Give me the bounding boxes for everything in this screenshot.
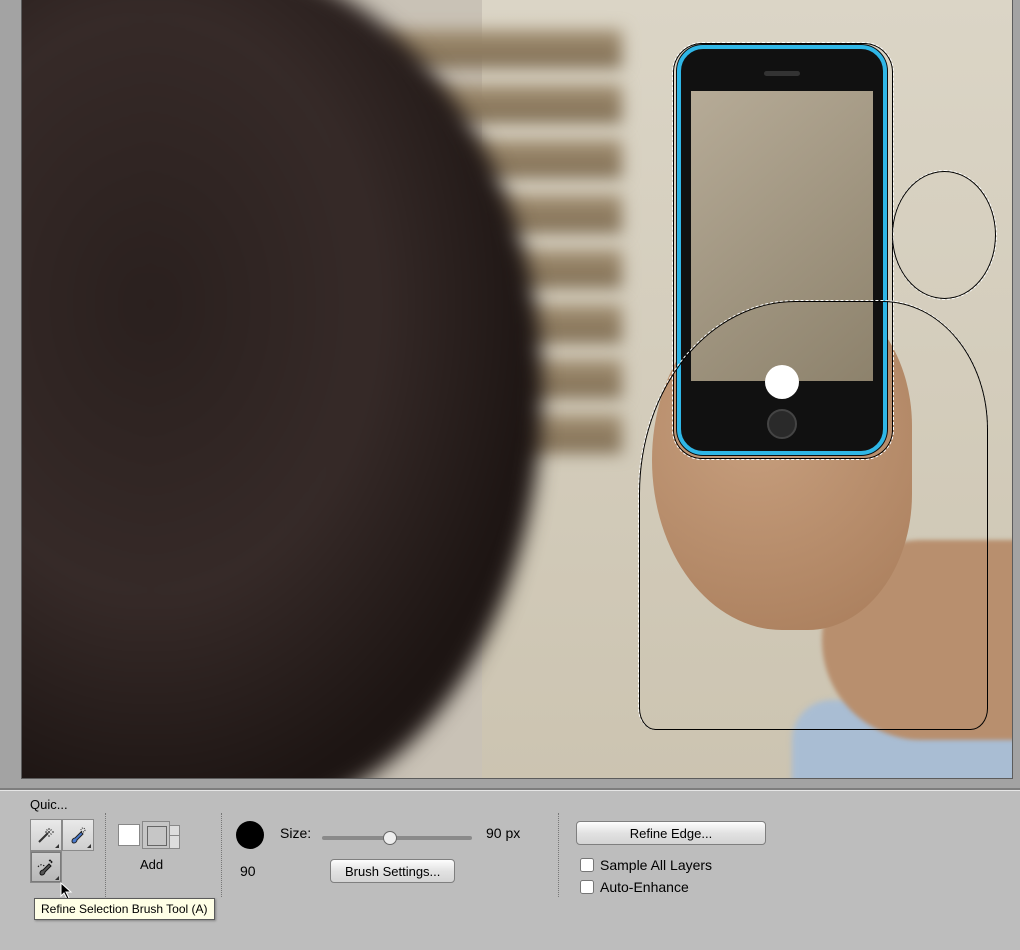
auto-enhance-option[interactable]: Auto-Enhance bbox=[580, 879, 689, 895]
wand-icon bbox=[36, 825, 56, 845]
selection-mode-label: Add bbox=[140, 857, 163, 872]
tool-options-bar: Quic... Add Size: 90 px 90 Brush Setting… bbox=[0, 790, 1020, 950]
phone-shutter bbox=[765, 365, 799, 399]
canvas-area[interactable]: ✦ Auto HDR Off ◎ bbox=[0, 0, 1020, 790]
mode-new-selection[interactable] bbox=[118, 824, 140, 846]
brush-size-slider[interactable] bbox=[322, 836, 472, 840]
panel-title: Quic... bbox=[30, 797, 68, 812]
auto-enhance-checkbox[interactable] bbox=[580, 880, 594, 894]
photo-subject-hair bbox=[22, 0, 542, 778]
mode-subtract-from-selection[interactable] bbox=[170, 825, 180, 845]
brush-settings-button[interactable]: Brush Settings... bbox=[330, 859, 455, 883]
phone-speaker bbox=[764, 71, 800, 76]
sample-all-layers-checkbox[interactable] bbox=[580, 858, 594, 872]
photo-subject-phone: ✦ Auto HDR Off ◎ bbox=[677, 45, 887, 455]
phone-screen bbox=[691, 91, 873, 381]
brush-size-value: 90 px bbox=[486, 825, 520, 841]
brush-size-label: Size: bbox=[280, 825, 311, 841]
flyout-indicator-icon bbox=[87, 844, 91, 848]
auto-enhance-label: Auto-Enhance bbox=[600, 879, 689, 895]
tool-group bbox=[30, 819, 96, 883]
brush-size-slider-wrap bbox=[322, 827, 472, 841]
brush-icon bbox=[68, 825, 88, 845]
refine-edge-button[interactable]: Refine Edge... bbox=[576, 821, 766, 845]
flyout-indicator-icon bbox=[55, 876, 59, 880]
selection-mode-group bbox=[118, 821, 180, 849]
brush-preview-icon[interactable] bbox=[236, 821, 264, 849]
divider bbox=[105, 813, 106, 897]
document-canvas[interactable]: ✦ Auto HDR Off ◎ bbox=[22, 0, 1012, 778]
divider bbox=[558, 813, 559, 897]
selection-brush-tool-button[interactable] bbox=[62, 819, 94, 851]
tooltip: Refine Selection Brush Tool (A) bbox=[34, 898, 215, 920]
refine-brush-icon bbox=[36, 857, 56, 877]
refine-selection-brush-tool-button[interactable] bbox=[30, 851, 62, 883]
divider bbox=[221, 813, 222, 897]
quick-selection-tool-button[interactable] bbox=[30, 819, 62, 851]
sample-all-layers-label: Sample All Layers bbox=[600, 857, 712, 873]
phone-home-button bbox=[767, 409, 797, 439]
brush-size-numeric[interactable]: 90 bbox=[240, 863, 256, 879]
flyout-indicator-icon bbox=[55, 844, 59, 848]
mode-add-to-selection[interactable] bbox=[142, 821, 170, 849]
sample-all-layers-option[interactable]: Sample All Layers bbox=[580, 857, 712, 873]
